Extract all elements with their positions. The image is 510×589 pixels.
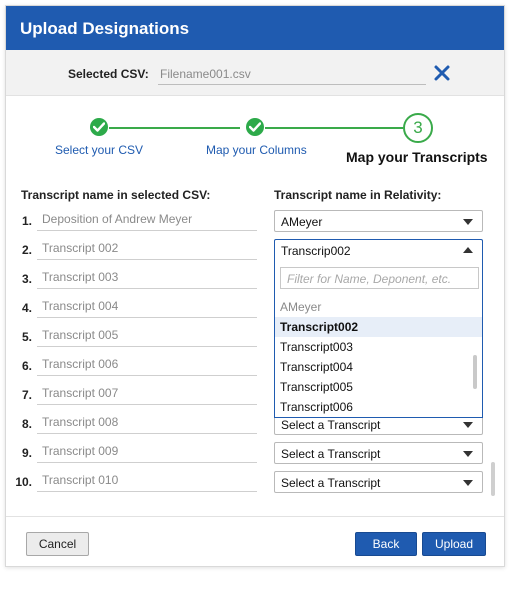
row-number: 8. — [21, 417, 32, 431]
selected-csv-bar: Selected CSV: Filename001.csv — [6, 50, 504, 96]
csv-column-header: Transcript name in selected CSV: — [21, 188, 211, 202]
csv-transcript-name: Transcript 006 — [37, 354, 257, 376]
back-button[interactable]: Back — [355, 532, 417, 556]
dialog-footer: Cancel Back Upload — [6, 516, 504, 566]
step-map-transcripts: Map your Transcripts — [346, 149, 488, 165]
csv-transcript-name: Transcript 009 — [37, 441, 257, 463]
dropdown-option[interactable]: Transcript003 — [275, 337, 482, 357]
dropdown-option-selected[interactable]: Transcript002 — [275, 317, 482, 337]
dropdown-filter-input[interactable]: Filter for Name, Deponent, etc. — [280, 267, 479, 289]
chevron-up-icon — [463, 247, 473, 253]
chevron-down-icon — [463, 422, 473, 428]
csv-transcript-name: Transcript 003 — [37, 267, 257, 289]
dropdown-option[interactable]: Transcript006 — [275, 397, 482, 417]
progress-steps: 3 Select your CSV Map your Columns Map y… — [6, 106, 504, 176]
upload-designations-dialog: Upload Designations Selected CSV: Filena… — [5, 5, 505, 567]
close-icon[interactable] — [433, 64, 451, 82]
csv-transcript-name: Deposition of Andrew Meyer — [37, 209, 257, 231]
transcript-select-value: Select a Transcript — [281, 447, 381, 461]
row-number: 2. — [21, 243, 32, 257]
csv-transcript-name: Transcript 008 — [37, 412, 257, 434]
row-number: 9. — [21, 446, 32, 460]
csv-transcript-name: Transcript 010 — [37, 470, 257, 492]
row-number: 4. — [21, 301, 32, 315]
row-number: 1. — [21, 214, 32, 228]
row-number: 6. — [21, 359, 32, 373]
transcript-select-open[interactable]: Transcrip002 — [274, 239, 483, 261]
row-number: 10. — [15, 475, 32, 489]
csv-transcript-name: Transcript 007 — [37, 383, 257, 405]
selected-csv-field: Filename001.csv — [158, 63, 426, 85]
step-number-badge: 3 — [403, 113, 433, 143]
transcript-select[interactable]: Select a Transcript — [274, 442, 483, 464]
checkmark-icon — [246, 118, 264, 136]
dropdown-option[interactable]: Transcript004 — [275, 357, 482, 377]
row-number: 7. — [21, 388, 32, 402]
step-select-csv[interactable]: Select your CSV — [55, 143, 143, 157]
row-number: 5. — [21, 330, 32, 344]
selected-csv-label: Selected CSV: — [68, 67, 149, 81]
chevron-down-icon — [463, 480, 473, 486]
chevron-down-icon — [463, 219, 473, 225]
step-connector — [265, 127, 403, 129]
transcript-select-value: Select a Transcript — [281, 476, 381, 490]
transcript-select-value: AMeyer — [281, 215, 323, 229]
step-map-columns[interactable]: Map your Columns — [206, 143, 307, 157]
dropdown-scrollbar[interactable] — [473, 355, 477, 389]
csv-transcript-name: Transcript 002 — [37, 238, 257, 260]
transcript-select[interactable]: Select a Transcript — [274, 471, 483, 493]
dialog-title: Upload Designations — [20, 19, 190, 38]
dropdown-option[interactable]: Transcript005 — [275, 377, 482, 397]
row-number: 3. — [21, 272, 32, 286]
csv-transcript-name: Transcript 005 — [37, 325, 257, 347]
csv-transcript-name: Transcript 004 — [37, 296, 257, 318]
upload-button[interactable]: Upload — [422, 532, 486, 556]
transcript-select-value: Transcrip002 — [281, 244, 351, 258]
transcript-select-value: Select a Transcript — [281, 418, 381, 432]
cancel-button[interactable]: Cancel — [26, 532, 89, 556]
transcript-select[interactable]: AMeyer — [274, 210, 483, 232]
checkmark-icon — [90, 118, 108, 136]
step-connector — [109, 127, 240, 129]
transcript-dropdown-list: Filter for Name, Deponent, etc. AMeyer T… — [274, 261, 483, 418]
dialog-header: Upload Designations — [6, 6, 504, 50]
mapping-scrollbar[interactable] — [491, 462, 495, 496]
chevron-down-icon — [463, 451, 473, 457]
dropdown-option[interactable]: AMeyer — [275, 297, 482, 317]
relativity-column-header: Transcript name in Relativity: — [274, 188, 442, 202]
